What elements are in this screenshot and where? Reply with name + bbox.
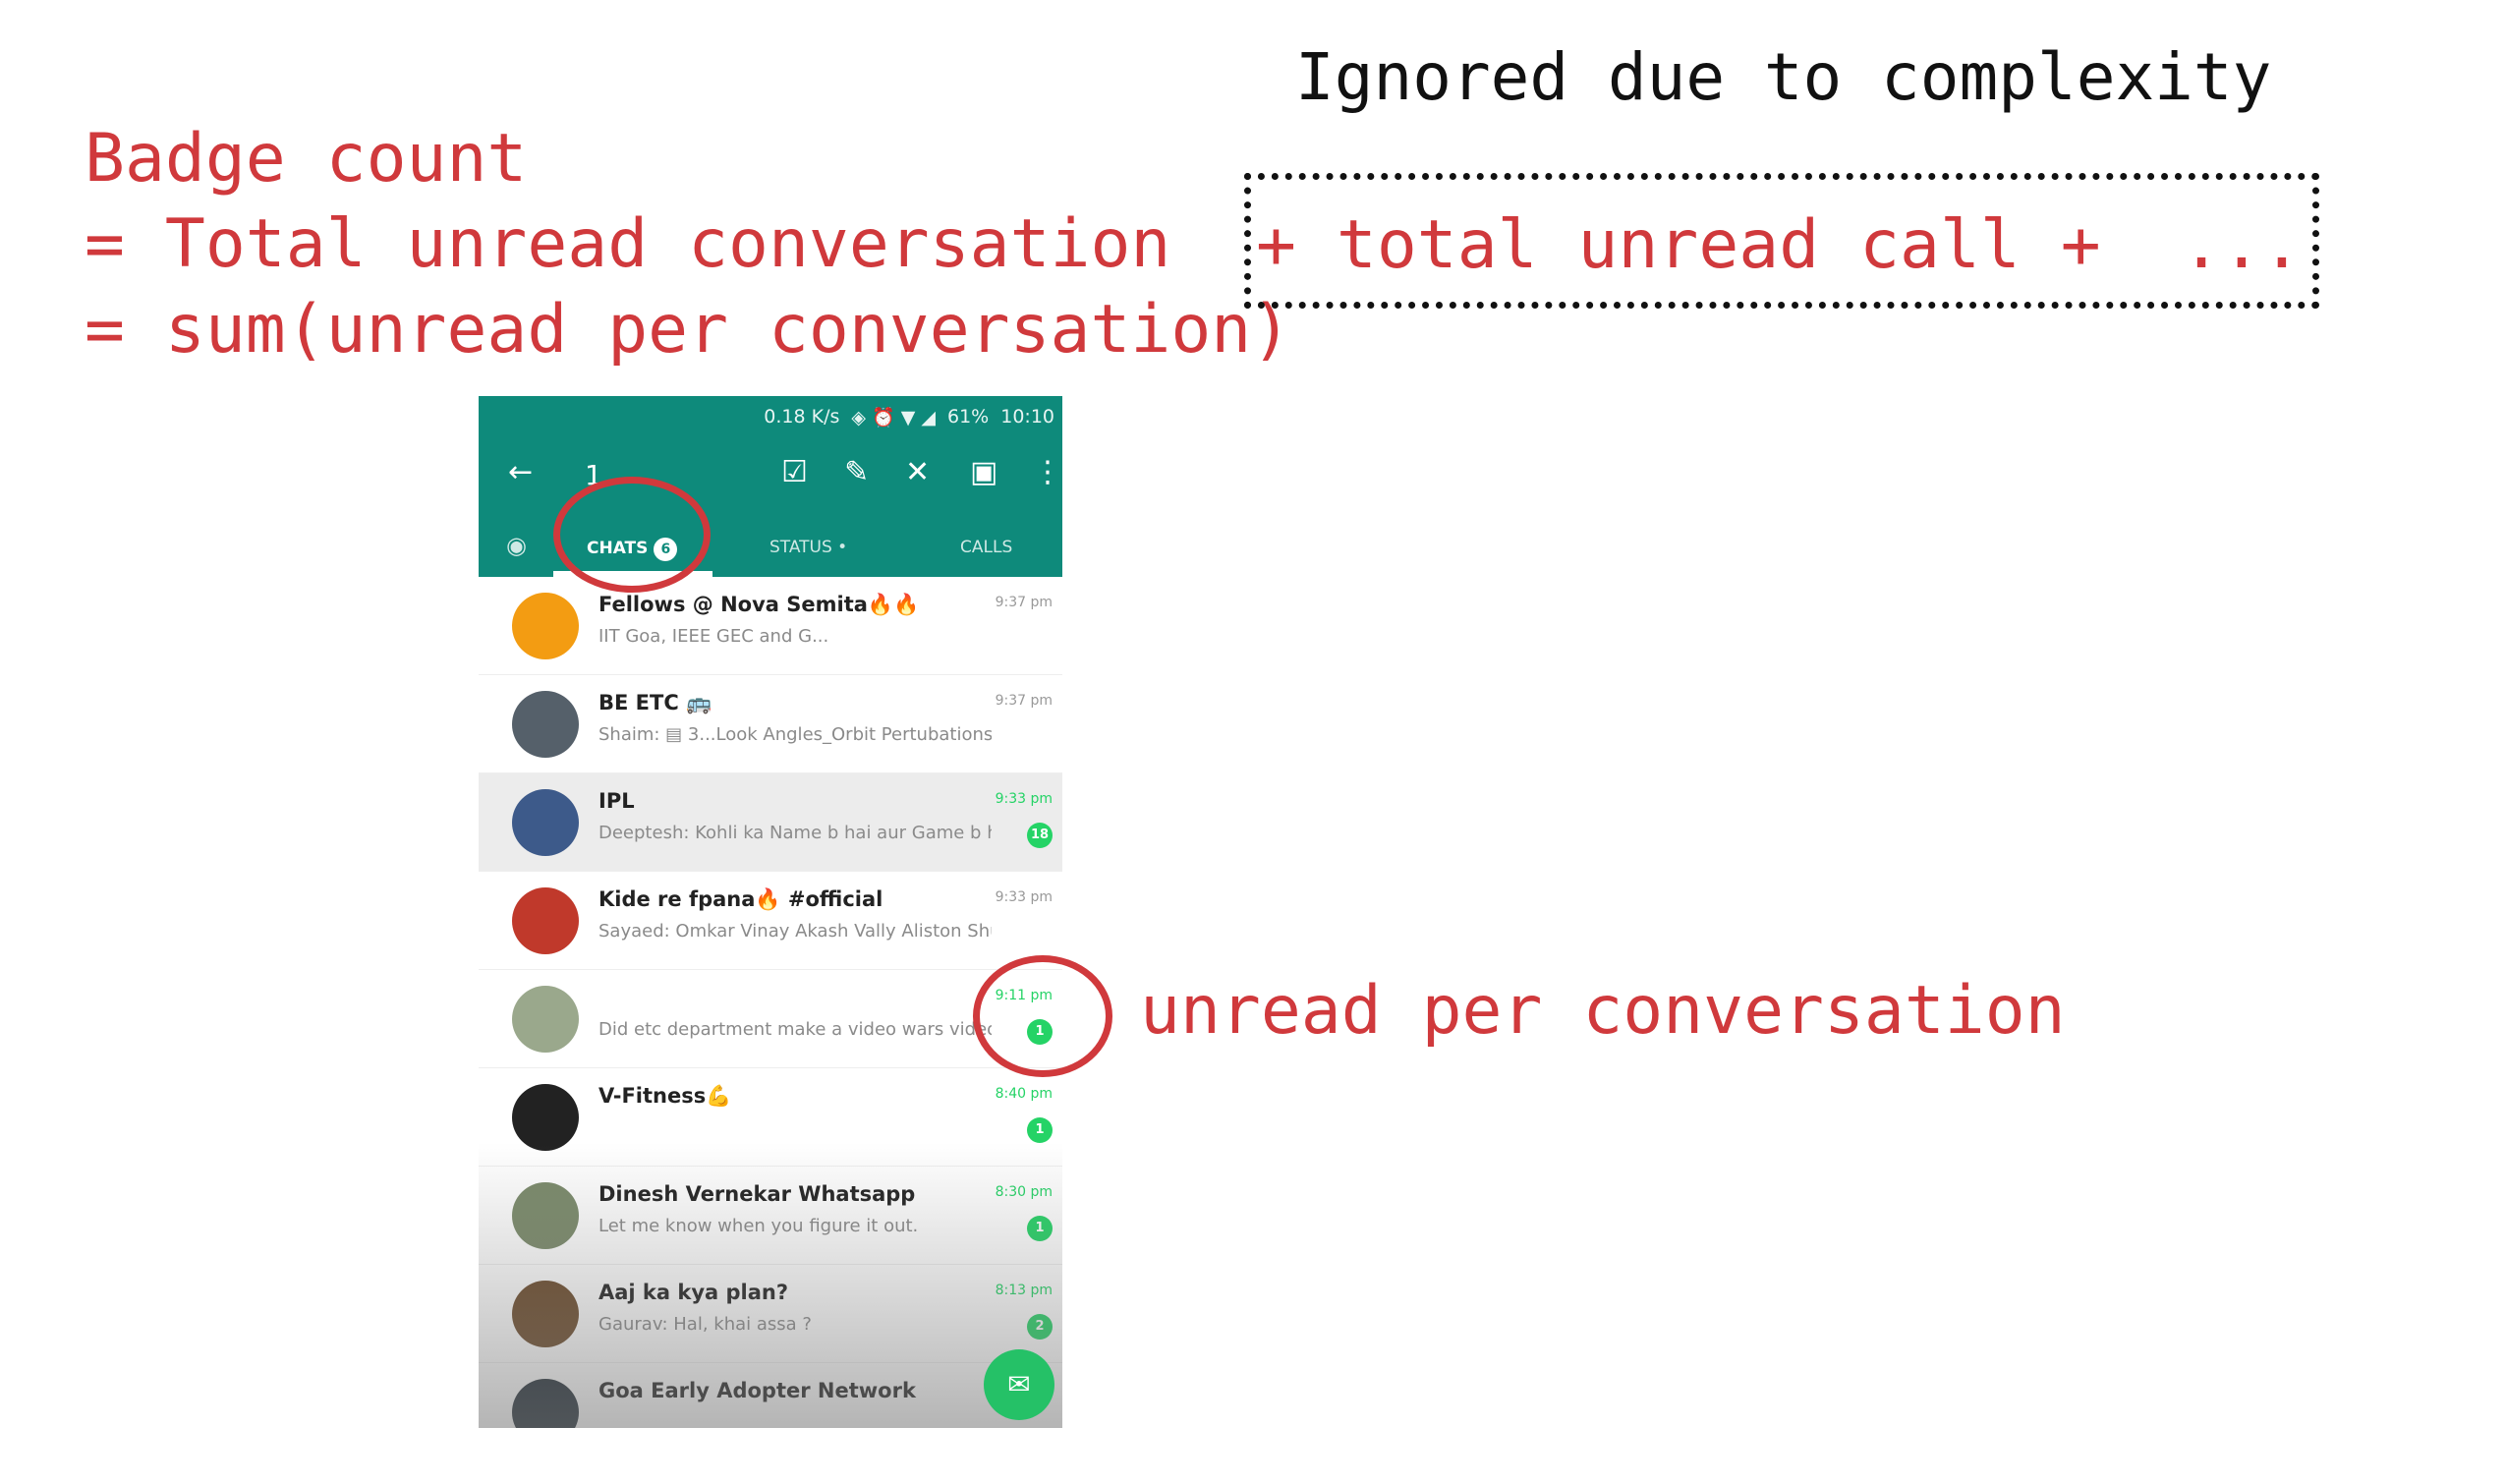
chat-name: Fellows @ Nova Semita🔥🔥 — [598, 593, 920, 616]
formula-line-2: = Total unread conversation — [85, 205, 1171, 283]
chat-time: 8:40 pm — [995, 1086, 1053, 1102]
chat-time: 9:33 pm — [995, 889, 1053, 905]
chat-name: Goa Early Adopter Network — [598, 1379, 916, 1402]
chat-preview: IIT Goa, IEEE GEC and G... — [598, 626, 829, 647]
chat-name: IPL — [598, 789, 635, 813]
battery-level: 61% — [947, 406, 990, 428]
unread-per-conversation-label: unread per conversation — [1140, 972, 2066, 1050]
back-arrow-icon[interactable]: ← — [508, 455, 533, 489]
network-speed: 0.18 K/s — [764, 406, 840, 428]
unread-count-badge: 2 — [1027, 1314, 1053, 1340]
chat-row[interactable]: BE ETC 🚌 Shaim: ▤ 3...Look Angles_Orbit P… — [479, 675, 1062, 773]
chat-row[interactable]: Aaj ka kya plan? Gaurav: Hal, khai assa ?… — [479, 1265, 1062, 1363]
chat-row[interactable]: Dinesh Vernekar Whatsapp Let me know when… — [479, 1167, 1062, 1265]
more-options-icon[interactable]: ⋮ — [1033, 455, 1062, 489]
avatar — [512, 593, 579, 659]
archive-icon[interactable]: ▣ — [970, 455, 997, 489]
chat-name: Aaj ka kya plan? — [598, 1281, 789, 1304]
mark-read-icon[interactable]: ☑ — [781, 455, 808, 489]
avatar — [512, 691, 579, 758]
avatar — [512, 986, 579, 1053]
chat-time: 9:37 pm — [995, 693, 1053, 709]
avatar — [512, 789, 579, 856]
avatar — [512, 1084, 579, 1151]
chat-row[interactable]: IPL Deeptesh: Kohli ka Name b hai aur Gam… — [479, 773, 1062, 872]
unread-badge-highlight-circle — [973, 955, 1112, 1077]
tab-status[interactable]: STATUS • — [769, 538, 847, 557]
chat-preview: Did etc department make a video wars vid… — [598, 1019, 992, 1040]
chat-row[interactable]: Goa Early Adopter Network — [479, 1363, 1062, 1428]
chats-badge-highlight-circle — [553, 477, 711, 593]
ignored-formula-text: + total unread call + ... — [1256, 206, 2303, 284]
chat-name: BE ETC 🚌 — [598, 691, 712, 714]
avatar — [512, 1379, 579, 1428]
chat-preview: Let me know when you figure it out. — [598, 1216, 919, 1236]
unread-count-badge: 1 — [1027, 1117, 1053, 1143]
chat-preview: Gaurav: Hal, khai assa ? — [598, 1314, 812, 1335]
chat-time: 8:13 pm — [995, 1283, 1053, 1298]
avatar — [512, 887, 579, 954]
tab-calls[interactable]: CALLS — [960, 538, 1012, 557]
chat-row[interactable]: V-Fitness💪 8:40 pm 1 — [479, 1068, 1062, 1167]
mute-icon[interactable]: ✕ — [905, 455, 930, 489]
chat-name: Kide re fpana🔥 #official — [598, 887, 883, 911]
formula-line-3: = sum(unread per conversation) — [85, 291, 1292, 369]
chat-name: Dinesh Vernekar Whatsapp — [598, 1182, 916, 1206]
unread-count-badge: 18 — [1027, 823, 1053, 848]
chat-preview: Sayaed: Omkar Vinay Akash Vally Aliston … — [598, 921, 992, 942]
status-icons: ◈ ⏰ ▼ ◢ — [851, 406, 936, 428]
chat-row[interactable]: Fellows @ Nova Semita🔥🔥 IIT Goa, IEEE GEC… — [479, 577, 1062, 675]
chat-time: 8:30 pm — [995, 1184, 1053, 1200]
chat-time: 9:37 pm — [995, 595, 1053, 610]
pin-icon[interactable]: ✎ — [844, 455, 869, 489]
formula-line-1: Badge count — [85, 120, 528, 198]
unread-count-badge: 1 — [1027, 1216, 1053, 1241]
new-chat-fab-icon[interactable]: ✉ — [984, 1349, 1054, 1420]
avatar — [512, 1182, 579, 1249]
ignored-label: Ignored due to complexity — [1295, 39, 2272, 115]
chat-preview: Shaim: ▤ 3...Look Angles_Orbit Pertubati… — [598, 724, 992, 745]
avatar — [512, 1281, 579, 1347]
chat-name: V-Fitness💪 — [598, 1084, 732, 1108]
status-bar: 0.18 K/s ◈ ⏰ ▼ ◢ 61% 10:10 — [479, 396, 1062, 437]
chat-row[interactable]: Kide re fpana🔥 #official Sayaed: Omkar Vi… — [479, 872, 1062, 970]
camera-tab-icon[interactable]: ◉ — [506, 532, 527, 559]
chat-preview: Deeptesh: Kohli ka Name b hai aur Game b… — [598, 823, 992, 843]
chat-time: 9:33 pm — [995, 791, 1053, 807]
clock: 10:10 — [1000, 406, 1054, 428]
